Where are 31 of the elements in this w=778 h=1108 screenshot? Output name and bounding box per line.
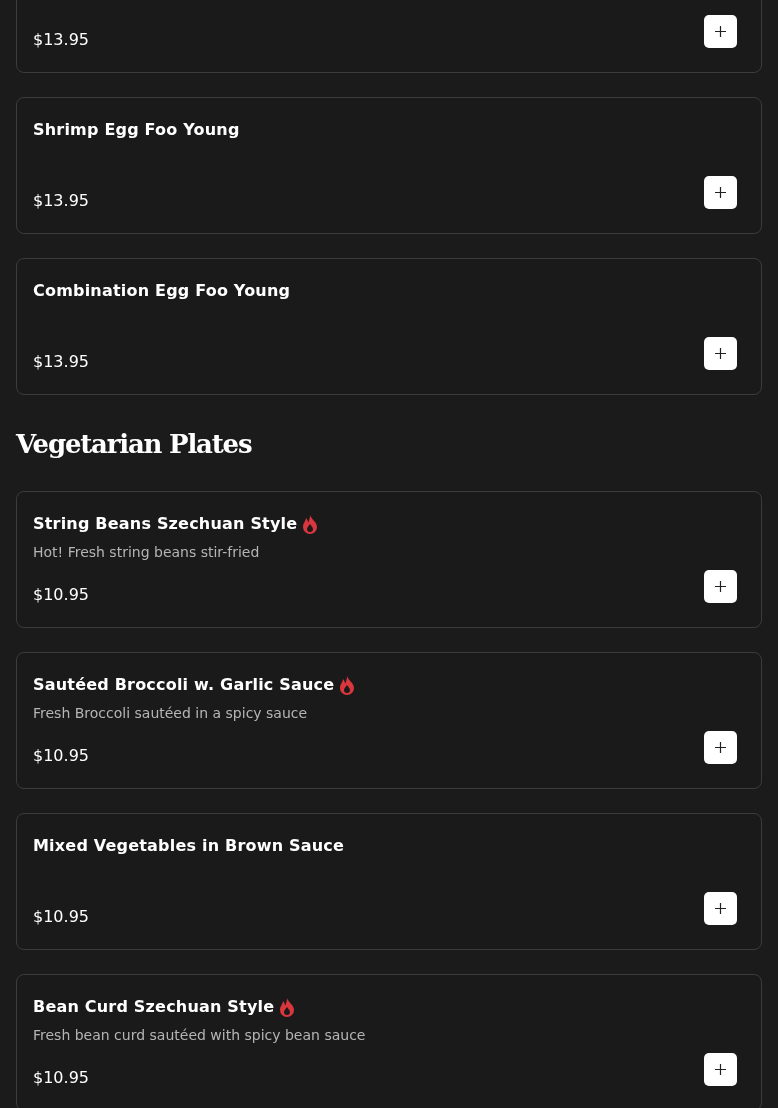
dish-description: Hot! Fresh string beans stir-fried	[33, 543, 261, 563]
dish-price: $10.95	[33, 745, 89, 768]
plus-icon	[715, 348, 726, 359]
dish-price: $10.95	[33, 1067, 89, 1090]
dish-price: $10.95	[33, 584, 89, 607]
plus-icon	[715, 742, 726, 754]
dish-price: $10.95	[33, 906, 89, 929]
add-button[interactable]	[704, 176, 737, 209]
plus-icon	[715, 903, 726, 915]
plus-icon	[715, 1064, 726, 1076]
add-button[interactable]	[704, 570, 737, 604]
dish-price: $13.95	[33, 190, 89, 212]
add-button[interactable]	[704, 15, 737, 48]
dish-name: Shrimp Egg Foo Young	[33, 119, 240, 141]
dish-name: Bean Curd Szechuan Style	[33, 996, 275, 1019]
dish-description: Fresh Broccoli sautéed in a spicy sauce	[33, 704, 309, 724]
plus-icon	[715, 187, 726, 198]
section-heading: Vegetarian Plates	[16, 429, 253, 461]
plus-icon	[715, 26, 726, 37]
add-button[interactable]	[704, 337, 737, 370]
dish-name: Sautéed Broccoli w. Garlic Sauce	[33, 674, 335, 697]
dish-name: String Beans Szechuan Style	[33, 513, 298, 536]
add-button[interactable]	[704, 731, 737, 765]
add-button[interactable]	[704, 1053, 737, 1087]
add-button[interactable]	[704, 892, 737, 926]
dish-name: Mixed Vegetables in Brown Sauce	[33, 835, 345, 858]
dish-price: $13.95	[33, 351, 89, 373]
dish-name: Combination Egg Foo Young	[33, 280, 291, 302]
plus-icon	[715, 581, 726, 593]
dish-description: Fresh bean curd sautéed with spicy bean sauce	[33, 1026, 367, 1046]
dish-price: $13.95	[33, 29, 89, 51]
